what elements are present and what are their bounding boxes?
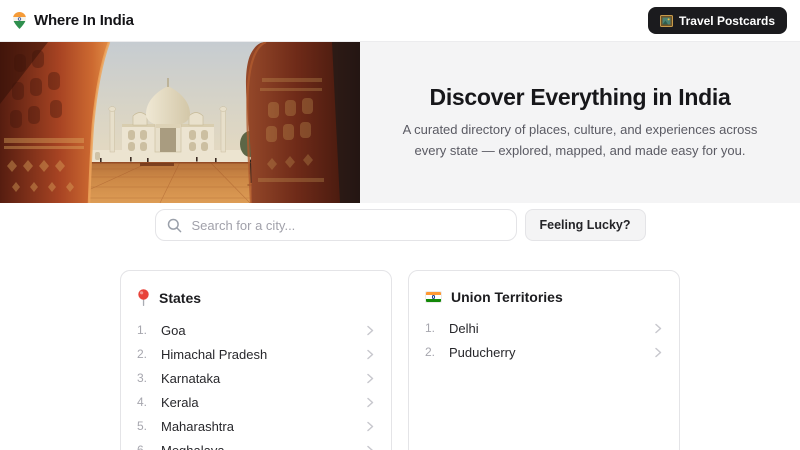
chevron-right-icon bbox=[654, 346, 663, 359]
state-list-item[interactable]: 6. Meghalaya bbox=[137, 438, 375, 450]
hero-section: Discover Everything in India A curated d… bbox=[0, 42, 800, 203]
chevron-right-icon bbox=[366, 444, 375, 450]
state-list-item[interactable]: 1. Goa bbox=[137, 318, 375, 342]
union-territories-card-title: Union Territories bbox=[451, 289, 563, 305]
state-list-item[interactable]: 3. Karnataka bbox=[137, 366, 375, 390]
state-list-item[interactable]: 5. Maharashtra bbox=[137, 414, 375, 438]
states-card-title: States bbox=[159, 290, 201, 306]
item-number: 4. bbox=[137, 395, 161, 409]
chevron-right-icon bbox=[366, 372, 375, 385]
item-label: Puducherry bbox=[449, 345, 654, 360]
search-row: Feeling Lucky? bbox=[0, 203, 800, 241]
app-title: Where In India bbox=[34, 12, 134, 29]
hero-heading: Discover Everything in India bbox=[430, 84, 731, 111]
travel-postcards-label: Travel Postcards bbox=[679, 14, 775, 28]
chevron-right-icon bbox=[366, 324, 375, 337]
item-label: Karnataka bbox=[161, 371, 366, 386]
item-number: 2. bbox=[137, 347, 161, 361]
union-territory-list-item[interactable]: 2. Puducherry bbox=[425, 340, 663, 364]
item-number: 6. bbox=[137, 443, 161, 450]
item-label: Himachal Pradesh bbox=[161, 347, 366, 362]
search-box[interactable] bbox=[155, 209, 517, 241]
feeling-lucky-button[interactable]: Feeling Lucky? bbox=[525, 209, 646, 241]
logo[interactable]: Where In India bbox=[13, 12, 134, 29]
union-territories-card: Union Territories 1. Delhi bbox=[408, 270, 680, 450]
union-territories-card-header: Union Territories bbox=[425, 287, 663, 316]
round-pushpin-icon bbox=[137, 289, 150, 307]
city-search-input[interactable] bbox=[190, 217, 505, 234]
item-number: 5. bbox=[137, 419, 161, 433]
item-label: Goa bbox=[161, 323, 366, 338]
travel-postcards-button[interactable]: Travel Postcards bbox=[648, 7, 787, 34]
chevron-right-icon bbox=[654, 322, 663, 335]
directory-grid: States 1. Goa 2. bbox=[120, 270, 680, 450]
chevron-right-icon bbox=[366, 420, 375, 433]
states-card-header: States bbox=[137, 287, 375, 318]
item-label: Kerala bbox=[161, 395, 366, 410]
taj-mahal-photo bbox=[0, 42, 360, 203]
item-number: 1. bbox=[137, 323, 161, 337]
chevron-right-icon bbox=[366, 396, 375, 409]
state-list-item[interactable]: 4. Kerala bbox=[137, 390, 375, 414]
framed-picture-icon bbox=[660, 15, 673, 27]
states-list: 1. Goa 2. Himachal Pradesh bbox=[137, 318, 375, 450]
hero-subtitle: A curated directory of places, culture, … bbox=[389, 120, 771, 162]
item-number: 2. bbox=[425, 345, 449, 359]
states-card: States 1. Goa 2. bbox=[120, 270, 392, 450]
india-flag-pin-icon bbox=[13, 12, 26, 29]
search-icon bbox=[167, 218, 182, 233]
item-number: 3. bbox=[137, 371, 161, 385]
header: Where In India Travel Postcards bbox=[0, 0, 800, 42]
india-flag-icon bbox=[425, 291, 442, 303]
page: Where In India Travel Postcards bbox=[0, 0, 800, 450]
item-number: 1. bbox=[425, 321, 449, 335]
state-list-item[interactable]: 2. Himachal Pradesh bbox=[137, 342, 375, 366]
item-label: Delhi bbox=[449, 321, 654, 336]
union-territory-list-item[interactable]: 1. Delhi bbox=[425, 316, 663, 340]
hero-text: Discover Everything in India A curated d… bbox=[360, 42, 800, 203]
chevron-right-icon bbox=[366, 348, 375, 361]
item-label: Maharashtra bbox=[161, 419, 366, 434]
item-label: Meghalaya bbox=[161, 443, 366, 450]
union-territories-list: 1. Delhi 2. Puducherry bbox=[425, 316, 663, 364]
